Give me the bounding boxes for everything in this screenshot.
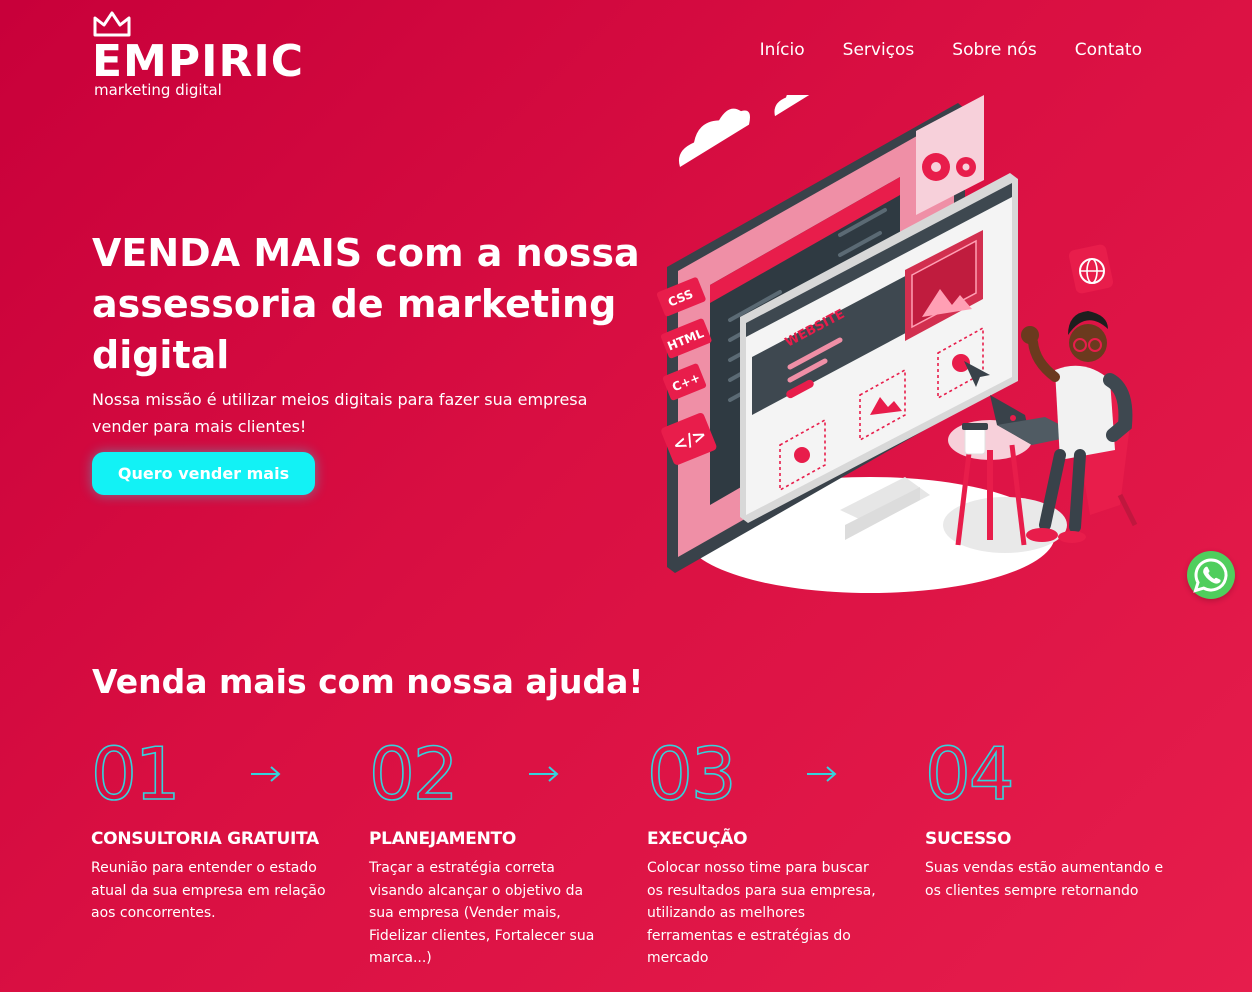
brand-tagline: marketing digital <box>94 81 222 99</box>
step-description: Reunião para entender o estado atual da … <box>91 860 326 922</box>
step-title: EXECUÇÃO <box>647 829 748 849</box>
website-development-illustration: CSS HTML C++ </> WEBSITE <box>656 95 1138 593</box>
globe-icon <box>1068 244 1114 294</box>
cloud-icon <box>679 108 750 168</box>
step-title: CONSULTORIA GRATUITA <box>91 829 319 849</box>
whatsapp-button[interactable] <box>1187 551 1235 599</box>
gear-icon <box>794 447 810 463</box>
step-description: Traçar a estratégia correta visando alca… <box>369 860 595 967</box>
hero-title: VENDA MAIS com a nossa assessoria de mar… <box>92 231 640 377</box>
nav-item-contato[interactable]: Contato <box>1075 38 1142 62</box>
steps-title: Venda mais com nossa ajuda! <box>92 662 644 701</box>
step-number: 01 <box>90 731 181 817</box>
main-nav: Início Serviços Sobre nós Contato <box>760 38 1142 62</box>
nav-item-sobre-nos[interactable]: Sobre nós <box>952 38 1037 62</box>
step-item: 02 PLANEJAMENTO Traçar a estratégia corr… <box>368 730 609 970</box>
nav-item-inicio[interactable]: Início <box>760 38 805 62</box>
step-number: 03 <box>646 731 737 817</box>
nav-item-servicos[interactable]: Serviços <box>843 38 915 62</box>
hero-subtitle: Nossa missão é utilizar meios digitais p… <box>92 390 588 436</box>
cta-button[interactable]: Quero vender mais <box>92 452 315 495</box>
brand-logo[interactable]: EMPIRIC marketing digital <box>90 10 320 100</box>
crown-icon <box>93 11 131 37</box>
step-number: 02 <box>368 731 459 817</box>
cloud-icon <box>774 95 817 117</box>
arrow-right-icon <box>807 766 837 782</box>
step-number: 04 <box>924 731 1015 817</box>
arrow-right-icon <box>251 766 281 782</box>
step-title: SUCESSO <box>925 829 1012 849</box>
brand-name: EMPIRIC <box>92 36 305 87</box>
step-item: 03 EXECUÇÃO Colocar nosso time para busc… <box>646 730 887 970</box>
step-title: PLANEJAMENTO <box>369 829 516 849</box>
step-item: 04 SUCESSO Suas vendas estão aumentando … <box>924 730 1165 902</box>
step-item: 01 CONSULTORIA GRATUITA Reunião para ent… <box>90 730 331 925</box>
step-description: Colocar nosso time para buscar os result… <box>647 860 876 967</box>
arrow-right-icon <box>529 766 559 782</box>
whatsapp-icon <box>1193 558 1228 593</box>
step-description: Suas vendas estão aumentando e os client… <box>925 860 1164 899</box>
